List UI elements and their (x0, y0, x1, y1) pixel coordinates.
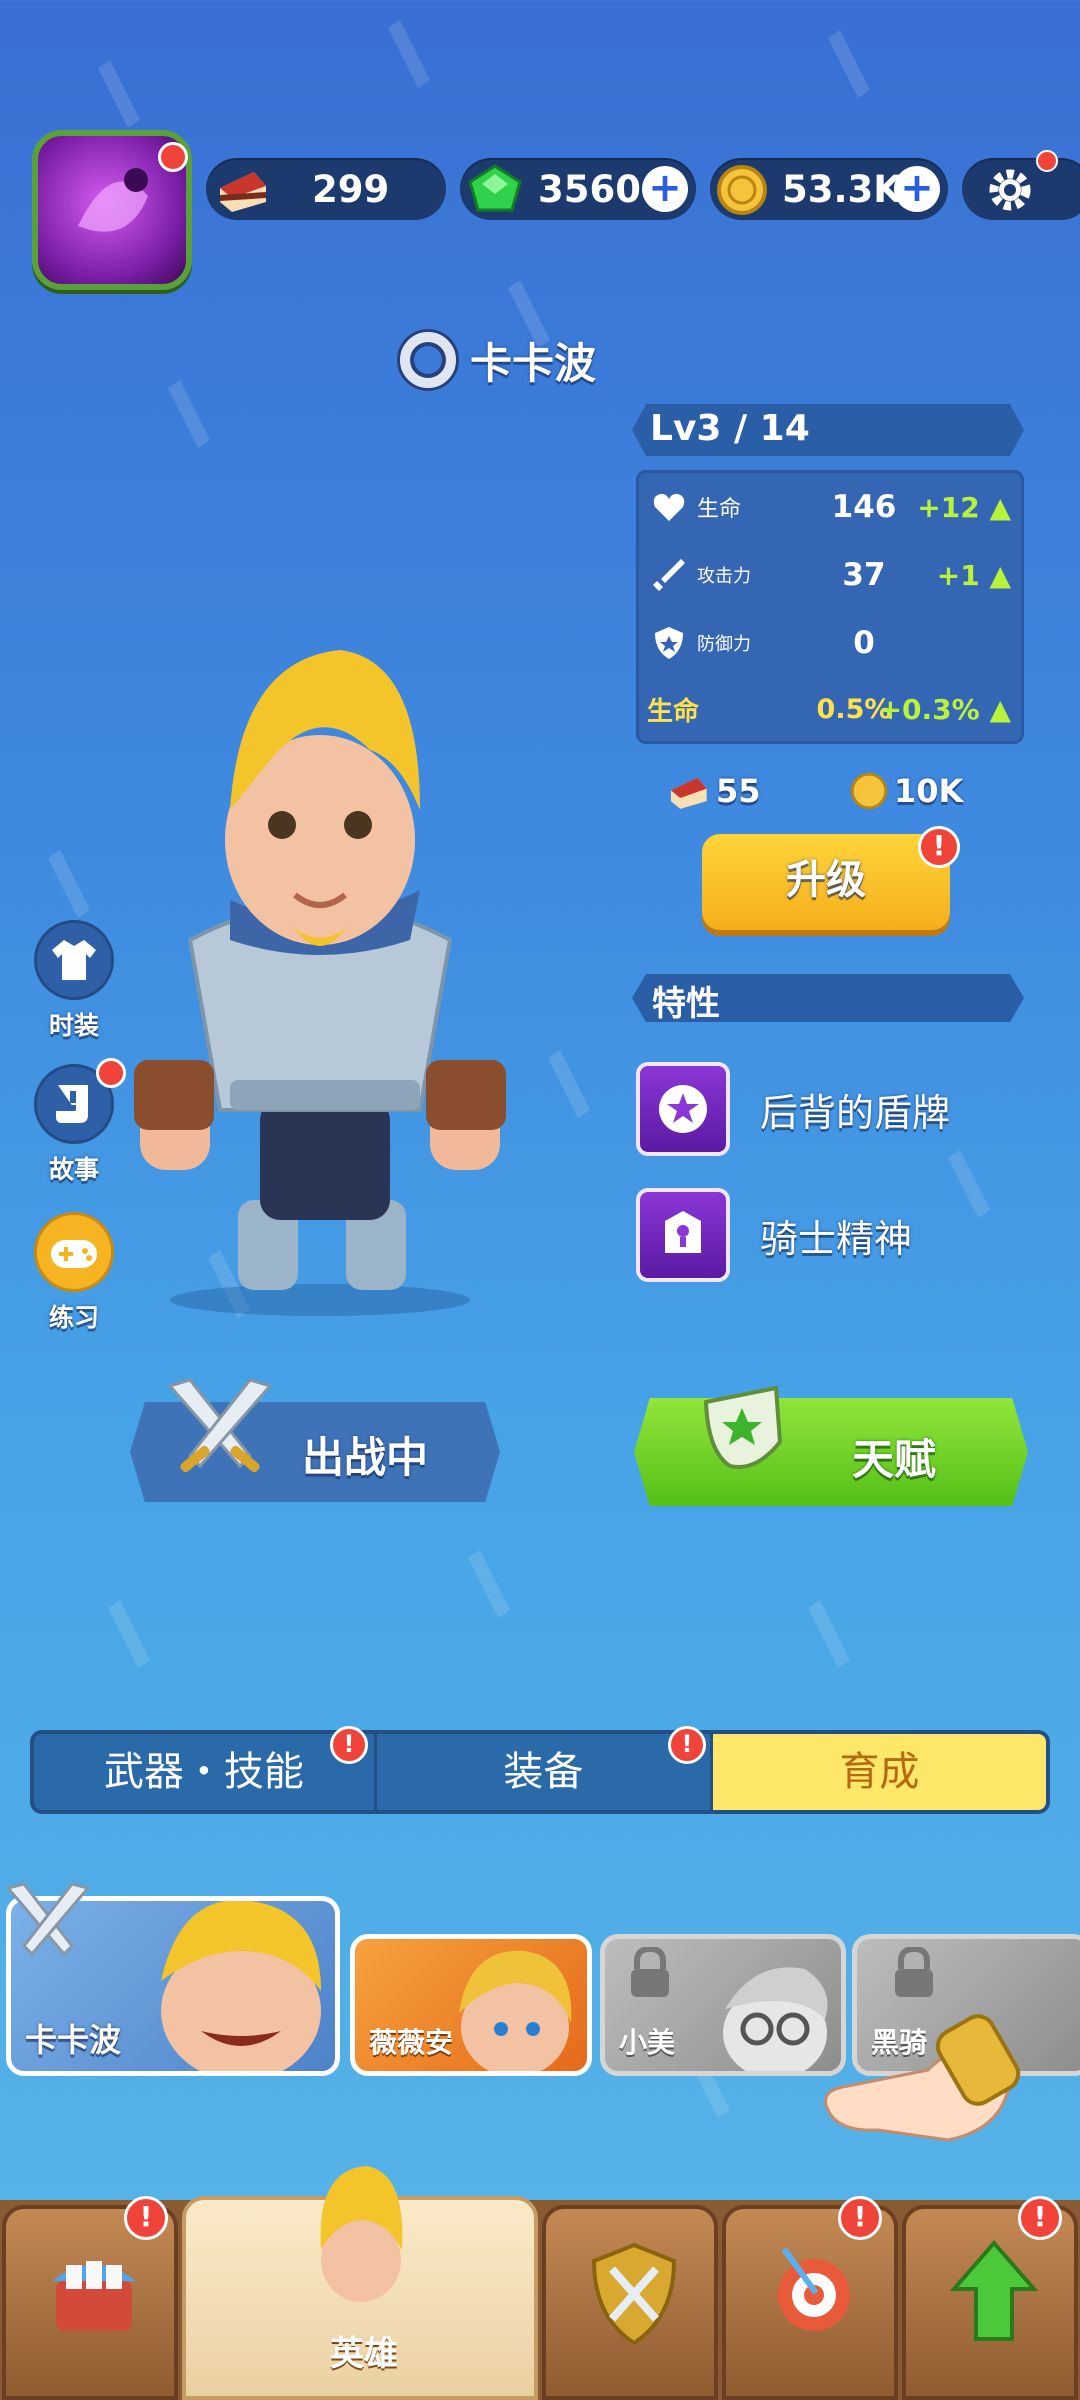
hero-name-header: 卡卡波 (400, 330, 596, 390)
hero-name: 卡卡波 (470, 338, 597, 388)
hero-portrait (161, 1901, 321, 2071)
hero-card-name: 卡卡波 (25, 2021, 122, 2059)
hero-card-name: 薇薇安 (369, 2026, 454, 2059)
upgrade-cost-cake: 55 (666, 770, 761, 812)
stat-row-hp: 生命 146 +12 ▲ (639, 477, 1021, 537)
hero-card-name: 小美 (619, 2026, 676, 2059)
nav-alert-badge: ! (1018, 2196, 1062, 2240)
shirt-icon (52, 940, 96, 980)
coin-count: 53.3K (782, 168, 902, 211)
cake-resource[interactable]: 299 (206, 158, 446, 220)
shield-icon (655, 627, 683, 659)
level-text: Lv3 / 14 (650, 408, 810, 449)
stat-bonus: +12 ▲ (917, 490, 1011, 524)
stat-value: 0 (853, 625, 875, 661)
stat-label: 防御力 (697, 634, 751, 655)
nav-battle[interactable] (542, 2205, 718, 2400)
traits-title: 特性 (652, 984, 720, 1024)
nav-alert-badge: ! (124, 2196, 168, 2240)
talent-label: 天赋 (852, 1435, 937, 1484)
upgrade-button[interactable]: 升级 (702, 834, 950, 930)
avatar-alert-dot (158, 142, 188, 172)
lock-icon (631, 1947, 669, 1997)
settings-alert-dot (1036, 150, 1058, 172)
nav-heroes[interactable]: 英雄 (182, 2166, 538, 2400)
gem-count: 3560 (538, 168, 641, 211)
crossed-swords-icon (167, 1378, 273, 1473)
stats-panel: 生命 146 +12 ▲ 攻击力 37 +1 ▲ 防御力 0 生命 0.5% +… (636, 470, 1024, 744)
deploy-label: 出战中 (302, 1433, 429, 1482)
section-tabs: 武器・技能 装备 育成 (30, 1730, 1050, 1814)
coin-icon (850, 772, 888, 810)
growth-label: 生命 (647, 696, 700, 727)
coin-resource[interactable]: 53.3K + (710, 158, 948, 220)
gamepad-icon (51, 1240, 97, 1268)
shield-trait-icon (636, 1062, 730, 1156)
nav-alert-badge: ! (838, 2196, 882, 2240)
traits-banner: 特性 (632, 974, 1024, 1022)
stat-label: 攻击力 (697, 566, 751, 587)
growth-bonus: +0.3% ▲ (878, 692, 1011, 726)
story-alert-dot (96, 1058, 126, 1088)
element-ring-icon (400, 332, 456, 388)
nav-heroes-label: 英雄 (330, 2334, 398, 2374)
coin-icon (717, 165, 767, 215)
stat-label: 生命 (697, 497, 742, 522)
trait-item[interactable]: 骑士精神 (636, 1188, 912, 1282)
tab-equipment[interactable]: 装备 (377, 1734, 713, 1810)
coin-cost-value: 10K (894, 772, 964, 810)
tab-cultivation[interactable]: 育成 (712, 1734, 1046, 1810)
sword-icon (653, 559, 685, 591)
stat-value: 146 (831, 489, 897, 525)
cake-cost-value: 55 (716, 772, 761, 810)
tutorial-hand-icon (824, 2014, 1021, 2142)
tab-weapons-skills[interactable]: 武器・技能 (34, 1734, 377, 1810)
stat-row-defense: 防御力 0 (639, 613, 1021, 673)
hero-nav-icon (320, 2166, 403, 2302)
tab-alert-badge: ! (668, 1726, 706, 1764)
costume-button[interactable]: 时装 (34, 920, 114, 1042)
hero-card[interactable]: 薇薇安 (350, 1934, 592, 2076)
heart-icon (653, 493, 685, 521)
hero-portrait (459, 1950, 572, 2071)
trait-name: 骑士精神 (760, 1216, 913, 1261)
add-coins-button[interactable]: + (894, 166, 940, 212)
shop-icon (52, 2261, 136, 2331)
upgrade-alert-badge: ! (918, 826, 960, 868)
settings-button[interactable] (962, 158, 1080, 220)
lock-icon (895, 1947, 933, 1997)
tab-alert-badge: ! (330, 1726, 368, 1764)
talent-badge-icon (703, 1385, 783, 1469)
scroll-icon (56, 1085, 88, 1123)
stat-value: 37 (842, 557, 886, 593)
practice-label: 练习 (48, 1303, 99, 1332)
practice-button[interactable]: 练习 (34, 1212, 114, 1334)
story-label: 故事 (48, 1155, 99, 1184)
gem-resource[interactable]: 3560 + (460, 158, 696, 220)
stat-row-attack: 攻击力 37 +1 ▲ (639, 545, 1021, 605)
cake-icon (220, 172, 266, 212)
gem-icon (468, 164, 522, 212)
target-icon (778, 2247, 850, 2331)
deployed-swords-icon (5, 1882, 91, 1957)
trait-item[interactable]: 后背的盾牌 (636, 1062, 950, 1156)
add-gems-button[interactable]: + (642, 166, 688, 212)
trait-name: 后背的盾牌 (760, 1090, 951, 1135)
cake-icon (670, 777, 707, 809)
level-banner: Lv3 / 14 (632, 404, 1024, 456)
knight-trait-icon (636, 1188, 730, 1282)
practice-circle (34, 1212, 114, 1292)
battle-shield-icon (591, 2242, 677, 2346)
gear-icon (989, 169, 1031, 211)
talent-button[interactable] (634, 1398, 1028, 1506)
costume-label: 时装 (48, 1011, 99, 1040)
hero-character-model[interactable] (120, 640, 520, 1320)
costume-circle (34, 920, 114, 1000)
cake-count: 299 (312, 168, 390, 211)
upgrade-arrow-icon (949, 2239, 1039, 2341)
upgrade-cost-coin: 10K (850, 772, 963, 810)
growth-row: 生命 0.5% +0.3% ▲ (639, 679, 1021, 739)
stat-bonus: +1 ▲ (936, 558, 1011, 592)
